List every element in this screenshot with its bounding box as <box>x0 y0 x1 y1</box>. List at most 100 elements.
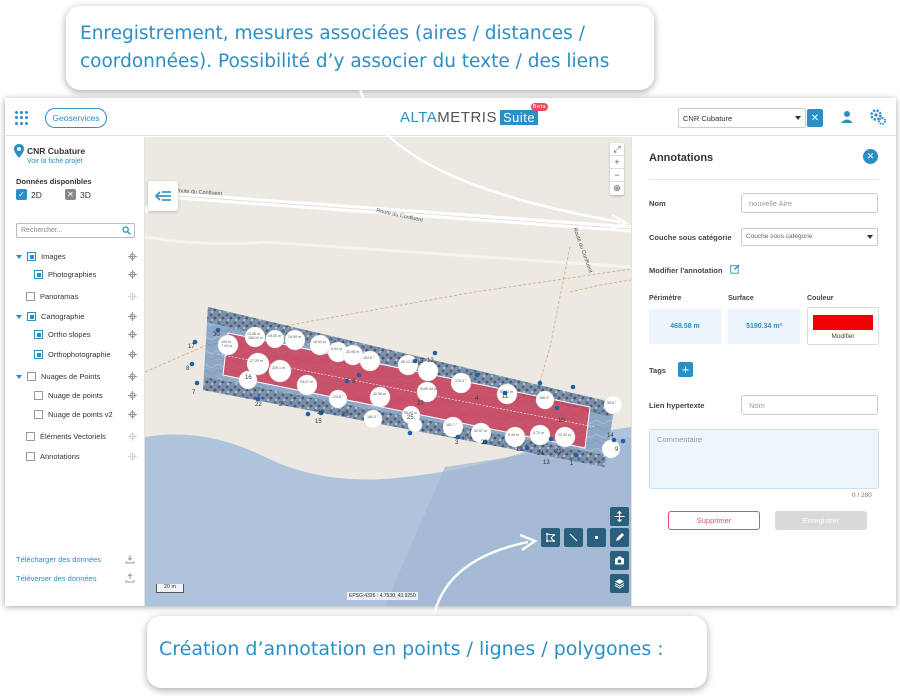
panel-title: Annotations <box>649 152 714 164</box>
settings-gear-icon[interactable] <box>869 108 887 126</box>
close-icon[interactable]: ✕ <box>863 149 878 164</box>
layer-item[interactable]: Panoramas <box>26 292 78 301</box>
layer-item[interactable]: Images <box>16 252 66 261</box>
layer-checkbox[interactable] <box>27 312 36 321</box>
target-icon[interactable] <box>128 391 137 400</box>
project-sheet-link[interactable]: Voir la fiche projet <box>27 158 83 165</box>
svg-text:26: 26 <box>317 410 324 416</box>
screenshot-button[interactable] <box>610 551 629 570</box>
target-icon[interactable] <box>128 452 137 461</box>
draw-line-button[interactable] <box>564 528 583 547</box>
layer-checkbox[interactable] <box>26 452 35 461</box>
user-icon[interactable] <box>840 110 854 124</box>
layer-search-input[interactable]: Rechercher... <box>16 223 135 238</box>
layer-checkbox[interactable] <box>27 252 36 261</box>
add-tag-button[interactable]: + <box>678 362 693 377</box>
target-icon[interactable] <box>128 292 137 301</box>
layer-checkbox[interactable] <box>34 391 43 400</box>
zoom-in-button[interactable]: + <box>610 156 624 169</box>
target-icon[interactable] <box>128 350 137 359</box>
layer-item[interactable]: Nuage de points v2 <box>34 410 113 419</box>
svg-text:32.57 m: 32.57 m <box>474 429 487 433</box>
project-select[interactable]: CNR Cubature <box>678 108 806 128</box>
layer-checkbox[interactable] <box>34 350 43 359</box>
layer-item[interactable]: Annotations <box>26 452 80 461</box>
layer-item[interactable]: Nuage de points <box>34 391 103 400</box>
expand-arrow-icon[interactable] <box>16 254 22 259</box>
svg-text:16: 16 <box>245 375 252 381</box>
download-data-link[interactable]: Télécharger des données <box>16 555 101 564</box>
move-tool-button[interactable] <box>610 507 629 526</box>
collapse-sidebar-button[interactable] <box>148 181 178 211</box>
color-picker[interactable]: Modifier <box>807 307 879 345</box>
layer-checkbox[interactable] <box>34 270 43 279</box>
svg-text:7.44 m: 7.44 m <box>221 344 232 348</box>
hyperlink-input[interactable]: Nom <box>741 395 878 415</box>
zoom-out-button[interactable]: − <box>610 169 624 182</box>
layer-item[interactable]: Cartographie <box>16 312 84 321</box>
layer-checkbox[interactable] <box>27 372 36 381</box>
locate-icon[interactable]: ⊕ <box>610 182 624 195</box>
layer-item[interactable]: Nuages de Points <box>16 372 100 381</box>
map-view[interactable]: 100 m 7.44 m 13.56 m 165.01 m 19.50 m 19.99… <box>145 137 631 606</box>
mode-2d-toggle[interactable]: ✓ 2D <box>16 189 42 200</box>
expand-arrow-icon[interactable] <box>16 314 22 319</box>
download-icon[interactable] <box>125 554 135 564</box>
category-select[interactable]: Couche sous catégorie <box>741 228 878 246</box>
apps-grid-icon[interactable] <box>15 111 29 125</box>
target-icon[interactable] <box>128 312 137 321</box>
draw-point-button[interactable] <box>587 528 606 547</box>
annotation-tool-button[interactable] <box>610 528 629 547</box>
fullscreen-icon[interactable]: ⤢ <box>610 143 624 156</box>
callout-top-text: Enregistrement, mesures associées (aires… <box>80 23 610 72</box>
callout-bottom: Création d’annotation en points / lignes… <box>147 616 707 688</box>
svg-text:22.32 m: 22.32 m <box>558 433 571 437</box>
layer-item[interactable]: Éléments Vectoriels <box>26 432 106 441</box>
geoservices-button[interactable]: Geoservices <box>45 108 107 128</box>
name-label: Nom <box>649 199 666 208</box>
layer-checkbox[interactable] <box>26 432 35 441</box>
layer-checkbox[interactable] <box>34 330 43 339</box>
svg-text:35.6 °: 35.6 ° <box>607 401 617 405</box>
svg-text:173.8 °: 173.8 ° <box>332 395 344 399</box>
clear-project-button[interactable]: ✕ <box>807 109 823 127</box>
svg-text:15: 15 <box>315 419 322 425</box>
svg-text:181.7 °: 181.7 ° <box>446 423 458 427</box>
comment-textarea[interactable]: Commentaire <box>649 429 879 489</box>
edit-icon[interactable] <box>730 264 740 274</box>
comment-counter: 0 / 280 <box>852 492 872 499</box>
callout-top: Enregistrement, mesures associées (aires… <box>66 6 654 90</box>
edit-annotation-label: Modifier l'annotation <box>649 266 723 275</box>
name-input[interactable]: nouvelle Aire <box>741 193 878 213</box>
color-modify-button[interactable]: Modifier <box>808 333 878 340</box>
layer-item[interactable]: Photographies <box>34 270 96 279</box>
layer-checkbox[interactable] <box>26 292 35 301</box>
svg-text:180.4°: 180.4° <box>539 396 550 400</box>
upload-icon[interactable] <box>125 573 135 583</box>
chevron-down-icon <box>795 116 801 120</box>
target-icon[interactable] <box>128 270 137 279</box>
svg-text:6.94 m: 6.94 m <box>331 347 342 351</box>
layers-button[interactable] <box>610 574 629 593</box>
layer-item[interactable]: Ortho slopes <box>34 330 91 339</box>
target-icon[interactable] <box>128 410 137 419</box>
pencil-icon <box>616 533 624 541</box>
save-button[interactable]: Enregistrer <box>775 511 867 530</box>
draw-polygon-button[interactable] <box>541 528 560 547</box>
mode-3d-toggle[interactable]: ✕ 3D <box>65 189 91 200</box>
color-swatch[interactable] <box>813 315 873 330</box>
layer-item[interactable]: Orthophotographie <box>34 350 111 359</box>
upload-data-link[interactable]: Téléverser des données <box>16 574 96 583</box>
delete-button[interactable]: Supprimer <box>668 511 760 530</box>
expand-arrow-icon[interactable] <box>16 374 22 379</box>
svg-text:30: 30 <box>213 332 220 338</box>
svg-text:12: 12 <box>427 358 434 364</box>
target-icon[interactable] <box>128 252 137 261</box>
target-icon[interactable] <box>128 432 137 441</box>
layer-checkbox[interactable] <box>34 410 43 419</box>
location-pin-icon <box>14 144 24 158</box>
target-icon[interactable] <box>128 372 137 381</box>
callout-bottom-text: Création d’annotation en points / lignes… <box>159 638 664 660</box>
target-icon[interactable] <box>128 330 137 339</box>
chevron-down-icon <box>867 235 873 239</box>
